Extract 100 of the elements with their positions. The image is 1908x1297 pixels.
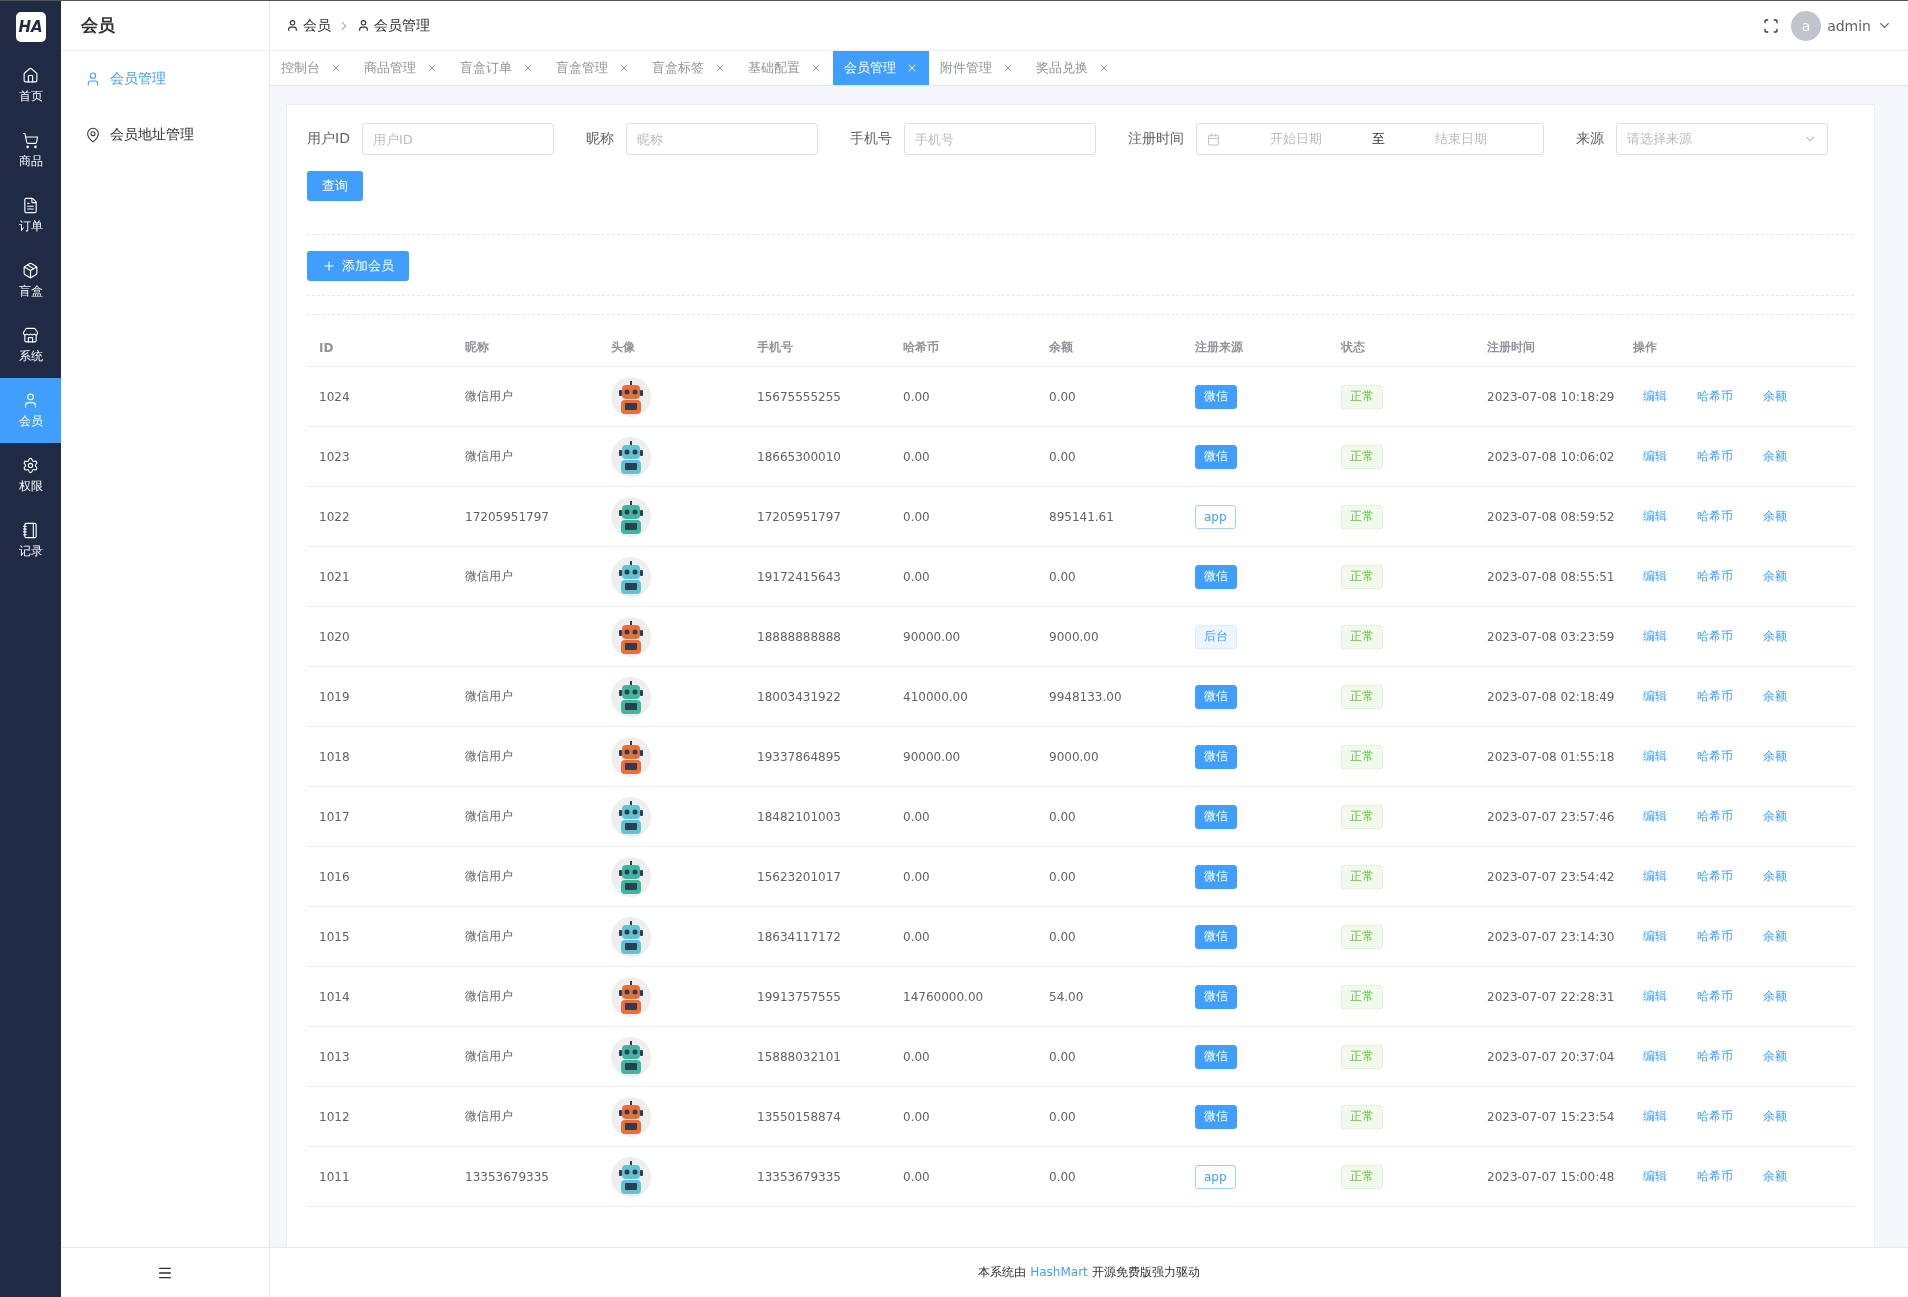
tab[interactable]: 盲盒订单 — [449, 51, 545, 85]
nav-item[interactable]: 会员 — [0, 378, 61, 443]
input-field[interactable]: 手机号 — [903, 123, 1096, 155]
action-link[interactable]: 哈希币 — [1697, 1048, 1733, 1065]
action-link[interactable]: 哈希币 — [1697, 808, 1733, 825]
nav-item[interactable]: 系统 — [0, 313, 61, 378]
close-icon[interactable] — [810, 62, 822, 74]
date-range-field[interactable]: 开始日期 至 结束日期 — [1195, 123, 1544, 155]
box-icon — [22, 261, 39, 279]
action-link[interactable]: 编辑 — [1643, 988, 1667, 1005]
action-link[interactable]: 哈希币 — [1697, 988, 1733, 1005]
tab[interactable]: 商品管理 — [353, 51, 449, 85]
action-link[interactable]: 编辑 — [1643, 1108, 1667, 1125]
source-tag: 微信 — [1195, 984, 1237, 1009]
action-link[interactable]: 余额 — [1763, 568, 1787, 585]
close-icon[interactable] — [522, 62, 534, 74]
user-name[interactable]: admin — [1827, 17, 1871, 34]
column-header: 状态 — [1339, 339, 1366, 356]
action-link[interactable]: 编辑 — [1643, 628, 1667, 645]
action-link[interactable]: 哈希币 — [1697, 748, 1733, 765]
action-link[interactable]: 编辑 — [1643, 388, 1667, 405]
action-link[interactable]: 余额 — [1763, 928, 1787, 945]
action-link[interactable]: 余额 — [1763, 1048, 1787, 1065]
close-icon[interactable] — [1098, 62, 1110, 74]
table-cell-text: 0.00 — [1048, 389, 1077, 404]
nav-item[interactable]: 商品 — [0, 118, 61, 183]
action-link[interactable]: 编辑 — [1643, 1048, 1667, 1065]
tab[interactable]: 会员管理 — [833, 51, 929, 85]
action-link[interactable]: 哈希币 — [1697, 508, 1733, 525]
close-icon[interactable] — [330, 62, 342, 74]
action-link[interactable]: 余额 — [1763, 808, 1787, 825]
action-link[interactable]: 编辑 — [1643, 868, 1667, 885]
document-icon — [22, 196, 39, 214]
action-link[interactable]: 余额 — [1763, 988, 1787, 1005]
add-member-button[interactable]: 添加会员 — [307, 251, 409, 281]
action-link[interactable]: 哈希币 — [1697, 1108, 1733, 1125]
nav-item[interactable]: 记录 — [0, 508, 61, 573]
action-link[interactable]: 哈希币 — [1697, 1168, 1733, 1185]
nav-item[interactable]: 权限 — [0, 443, 61, 508]
action-link[interactable]: 编辑 — [1643, 928, 1667, 945]
user-icon — [286, 19, 299, 32]
nav-item[interactable]: 首页 — [0, 53, 61, 118]
action-link[interactable]: 编辑 — [1643, 508, 1667, 525]
tab[interactable]: 盲盒管理 — [545, 51, 641, 85]
tab[interactable]: 附件管理 — [929, 51, 1025, 85]
action-link[interactable]: 余额 — [1763, 688, 1787, 705]
table-cell-text: 0.00 — [902, 569, 931, 584]
action-link[interactable]: 编辑 — [1643, 748, 1667, 765]
action-link[interactable]: 哈希币 — [1697, 568, 1733, 585]
input-field[interactable]: 用户ID — [361, 123, 554, 155]
action-link[interactable]: 编辑 — [1643, 688, 1667, 705]
table-cell-text: 微信用户 — [464, 1048, 514, 1065]
action-link[interactable]: 余额 — [1763, 1108, 1787, 1125]
menu-item[interactable]: 会员管理 — [61, 51, 269, 107]
footer-link[interactable]: HashMart — [1030, 1265, 1088, 1279]
calendar-icon — [1206, 132, 1220, 146]
action-link[interactable]: 编辑 — [1643, 568, 1667, 585]
section-title: 会员 — [61, 1, 269, 51]
user-avatar[interactable]: a — [1791, 10, 1822, 41]
nav-item[interactable]: 盲盒 — [0, 248, 61, 313]
close-icon[interactable] — [618, 62, 630, 74]
query-button[interactable]: 查询 — [307, 171, 363, 201]
select-field[interactable]: 请选择来源 — [1615, 123, 1828, 155]
input-field[interactable]: 昵称 — [625, 123, 818, 155]
action-link[interactable]: 余额 — [1763, 448, 1787, 465]
column-header: 操作 — [1632, 339, 1658, 356]
action-link[interactable]: 余额 — [1763, 748, 1787, 765]
close-icon[interactable] — [714, 62, 726, 74]
tab[interactable]: 控制台 — [270, 51, 353, 85]
action-link[interactable]: 编辑 — [1643, 1168, 1667, 1185]
action-link[interactable]: 哈希币 — [1697, 868, 1733, 885]
action-link[interactable]: 哈希币 — [1697, 388, 1733, 405]
nav-item[interactable]: 订单 — [0, 183, 61, 248]
table-cell-text: 2023-07-07 23:57:46 — [1486, 809, 1616, 824]
close-icon[interactable] — [906, 62, 918, 74]
close-icon[interactable] — [1002, 62, 1014, 74]
action-link[interactable]: 编辑 — [1643, 808, 1667, 825]
tab[interactable]: 盲盒标签 — [641, 51, 737, 85]
close-icon[interactable] — [426, 62, 438, 74]
breadcrumb-item[interactable]: 会员管理 — [357, 16, 430, 35]
fullscreen-icon[interactable] — [1763, 17, 1780, 34]
table-cell-text: 1015 — [318, 929, 351, 944]
action-link[interactable]: 哈希币 — [1697, 928, 1733, 945]
action-link[interactable]: 哈希币 — [1697, 688, 1733, 705]
menu-item[interactable]: 会员地址管理 — [61, 107, 269, 163]
action-link[interactable]: 余额 — [1763, 508, 1787, 525]
action-link[interactable]: 编辑 — [1643, 448, 1667, 465]
table-cell-text: 0.00 — [902, 509, 931, 524]
tab[interactable]: 奖品兑换 — [1025, 51, 1121, 85]
status-tag: 正常 — [1341, 864, 1383, 889]
action-link[interactable]: 余额 — [1763, 868, 1787, 885]
breadcrumb-item[interactable]: 会员 — [286, 16, 331, 35]
table-cell-text: 0.00 — [902, 1109, 931, 1124]
tab[interactable]: 基础配置 — [737, 51, 833, 85]
action-link[interactable]: 余额 — [1763, 1168, 1787, 1185]
source-tag: 微信 — [1195, 384, 1237, 409]
action-link[interactable]: 余额 — [1763, 388, 1787, 405]
action-link[interactable]: 哈希币 — [1697, 628, 1733, 645]
action-link[interactable]: 哈希币 — [1697, 448, 1733, 465]
action-link[interactable]: 余额 — [1763, 628, 1787, 645]
